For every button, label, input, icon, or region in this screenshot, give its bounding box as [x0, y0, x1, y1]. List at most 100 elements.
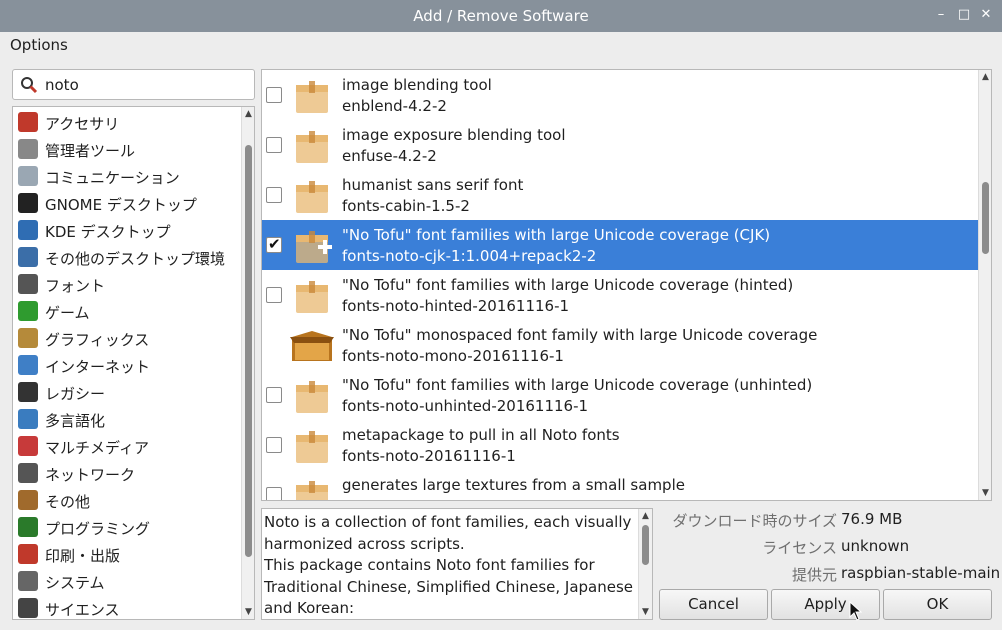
scroll-up-icon[interactable]: ▲ — [979, 70, 991, 84]
apply-button[interactable]: Apply — [771, 589, 880, 620]
cancel-button[interactable]: Cancel — [659, 589, 768, 620]
package-name: "No Tofu" font families with large Unico… — [342, 376, 813, 394]
scroll-up-icon[interactable]: ▲ — [242, 107, 254, 121]
package-row[interactable]: metapackage to pull in all Noto fonts fon… — [262, 420, 978, 470]
package-checkbox[interactable] — [266, 437, 282, 453]
category-item[interactable]: サイエンス — [13, 595, 241, 619]
category-item[interactable]: その他のデスクトップ環境 — [13, 244, 241, 271]
graphics-brush-icon — [18, 328, 38, 348]
package-version: fonts-noto-cjk-1:1.004+repack2-2 — [342, 247, 597, 265]
download-size-row: ダウンロード時のサイズ 76.9 MB — [655, 510, 995, 532]
category-scrollbar[interactable]: ▲ ▼ — [241, 107, 254, 619]
category-label: レガシー — [45, 385, 106, 403]
category-label: インターネット — [45, 358, 151, 376]
package-row[interactable]: image blending tool enblend-4.2-2 — [262, 70, 978, 120]
package-checkbox[interactable] — [266, 87, 282, 103]
search-icon — [21, 77, 38, 94]
category-item[interactable]: レガシー — [13, 379, 241, 406]
package-row[interactable]: "No Tofu" font families with large Unico… — [262, 370, 978, 420]
package-checkbox[interactable] — [266, 187, 282, 203]
package-row[interactable]: image exposure blending tool enfuse-4.2-2 — [262, 120, 978, 170]
package-row[interactable]: ✔ "No Tofu" font families with large Unic… — [262, 220, 978, 270]
package-box-icon — [296, 231, 332, 263]
category-item[interactable]: インターネット — [13, 352, 241, 379]
package-checkbox[interactable] — [266, 387, 282, 403]
category-item[interactable]: システム — [13, 568, 241, 595]
category-item[interactable]: ゲーム — [13, 298, 241, 325]
minimize-button[interactable]: – — [932, 6, 950, 24]
description-box: Noto is a collection of font families, e… — [261, 508, 653, 620]
package-row[interactable]: "No Tofu" monospaced font family with la… — [262, 320, 978, 370]
search-box[interactable] — [12, 69, 255, 100]
package-row[interactable]: generates large textures from a small sa… — [262, 470, 978, 500]
category-label: 管理者ツール — [45, 142, 136, 160]
desktop-environment-icon — [18, 247, 38, 267]
ok-button[interactable]: OK — [883, 589, 992, 620]
category-label: GNOME デスクトップ — [45, 196, 197, 214]
category-label: サイエンス — [45, 601, 120, 619]
source-value: raspbian-stable-main — [841, 564, 1001, 582]
package-checkbox[interactable] — [266, 137, 282, 153]
scroll-down-icon[interactable]: ▼ — [639, 605, 652, 619]
package-box-icon — [296, 281, 328, 313]
category-list[interactable]: アクセサリ管理者ツールコミュニケーション GNOME デスクトップ KDE デスクト… — [12, 106, 255, 620]
scroll-down-icon[interactable]: ▼ — [242, 605, 254, 619]
multimedia-popcorn-icon — [18, 436, 38, 456]
category-item[interactable]: KDE デスクトップ — [13, 217, 241, 244]
package-box-icon — [296, 131, 328, 163]
category-item[interactable]: プログラミング — [13, 514, 241, 541]
category-item[interactable]: 管理者ツール — [13, 136, 241, 163]
package-name: "No Tofu" monospaced font family with la… — [342, 326, 818, 344]
category-item[interactable]: 多言語化 — [13, 406, 241, 433]
category-item[interactable]: フォント — [13, 271, 241, 298]
category-label: 印刷・出版 — [45, 547, 121, 565]
localization-flag-icon — [18, 409, 38, 429]
package-checkbox[interactable] — [266, 487, 282, 500]
category-item[interactable]: アクセサリ — [13, 109, 241, 136]
category-item[interactable]: 印刷・出版 — [13, 541, 241, 568]
communication-envelope-icon — [18, 166, 38, 186]
game-invader-icon — [18, 301, 38, 321]
category-item[interactable]: グラフィックス — [13, 325, 241, 352]
package-checkbox[interactable]: ✔ — [266, 235, 282, 253]
package-list[interactable]: image blending tool enblend-4.2-2 image ex… — [261, 69, 992, 501]
category-item[interactable]: GNOME デスクトップ — [13, 190, 241, 217]
maximize-button[interactable]: □ — [955, 6, 973, 24]
scrollbar-thumb[interactable] — [642, 525, 649, 565]
package-name: image exposure blending tool — [342, 126, 566, 144]
category-label: KDE デスクトップ — [45, 223, 171, 241]
category-item[interactable]: その他 — [13, 487, 241, 514]
download-size-value: 76.9 MB — [841, 510, 903, 528]
scrollbar-thumb[interactable] — [982, 182, 989, 254]
checkmark-icon: ✔ — [268, 235, 281, 253]
description-scrollbar[interactable]: ▲ ▼ — [638, 509, 652, 619]
category-item[interactable]: マルチメディア — [13, 433, 241, 460]
close-button[interactable]: ✕ — [977, 6, 995, 24]
category-label: ネットワーク — [45, 466, 136, 484]
category-label: プログラミング — [45, 520, 151, 538]
options-menu[interactable]: Options — [10, 36, 68, 54]
category-label: マルチメディア — [45, 439, 149, 457]
package-scrollbar[interactable]: ▲ ▼ — [978, 70, 991, 500]
legacy-floppy-icon — [18, 382, 38, 402]
kde-gear-icon — [18, 220, 38, 240]
category-label: その他のデスクトップ環境 — [45, 250, 226, 268]
science-document-icon — [18, 598, 38, 618]
package-row[interactable]: "No Tofu" font families with large Unico… — [262, 270, 978, 320]
category-label: ゲーム — [45, 304, 90, 322]
category-item[interactable]: コミュニケーション — [13, 163, 241, 190]
package-box-icon — [296, 381, 328, 413]
mouse-cursor-icon — [849, 601, 863, 621]
scroll-down-icon[interactable]: ▼ — [979, 486, 991, 500]
package-row[interactable]: humanist sans serif font fonts-cabin-1.5-… — [262, 170, 978, 220]
system-gear-icon — [18, 571, 38, 591]
network-search-icon — [18, 463, 38, 483]
license-label: ライセンス — [762, 539, 837, 557]
package-checkbox[interactable] — [266, 287, 282, 303]
search-input[interactable] — [43, 74, 243, 96]
category-item[interactable]: ネットワーク — [13, 460, 241, 487]
scroll-up-icon[interactable]: ▲ — [639, 509, 652, 523]
scrollbar-thumb[interactable] — [245, 145, 252, 557]
package-name: image blending tool — [342, 76, 492, 94]
package-description: Noto is a collection of font families, e… — [264, 513, 634, 617]
